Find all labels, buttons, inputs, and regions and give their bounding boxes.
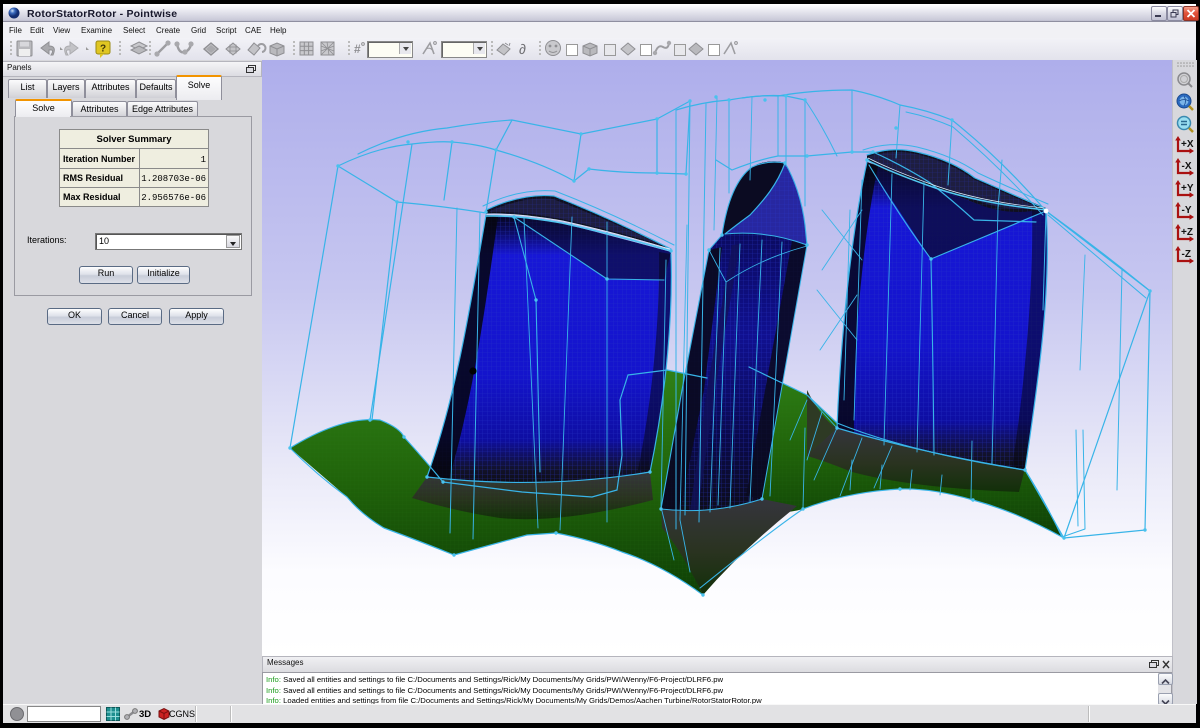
svg-text:-Y: -Y [1182,205,1192,216]
svg-text:-X: -X [1182,161,1192,172]
svg-text:+Z: +Z [1181,227,1193,238]
svg-text:+Y: +Y [1181,183,1194,194]
svg-text:-Z: -Z [1182,249,1191,260]
svg-text:+X: +X [1181,139,1194,150]
svg-text:∂: ∂ [519,41,526,57]
svg-text:?: ? [100,44,106,55]
svg-text:#: # [354,42,361,56]
